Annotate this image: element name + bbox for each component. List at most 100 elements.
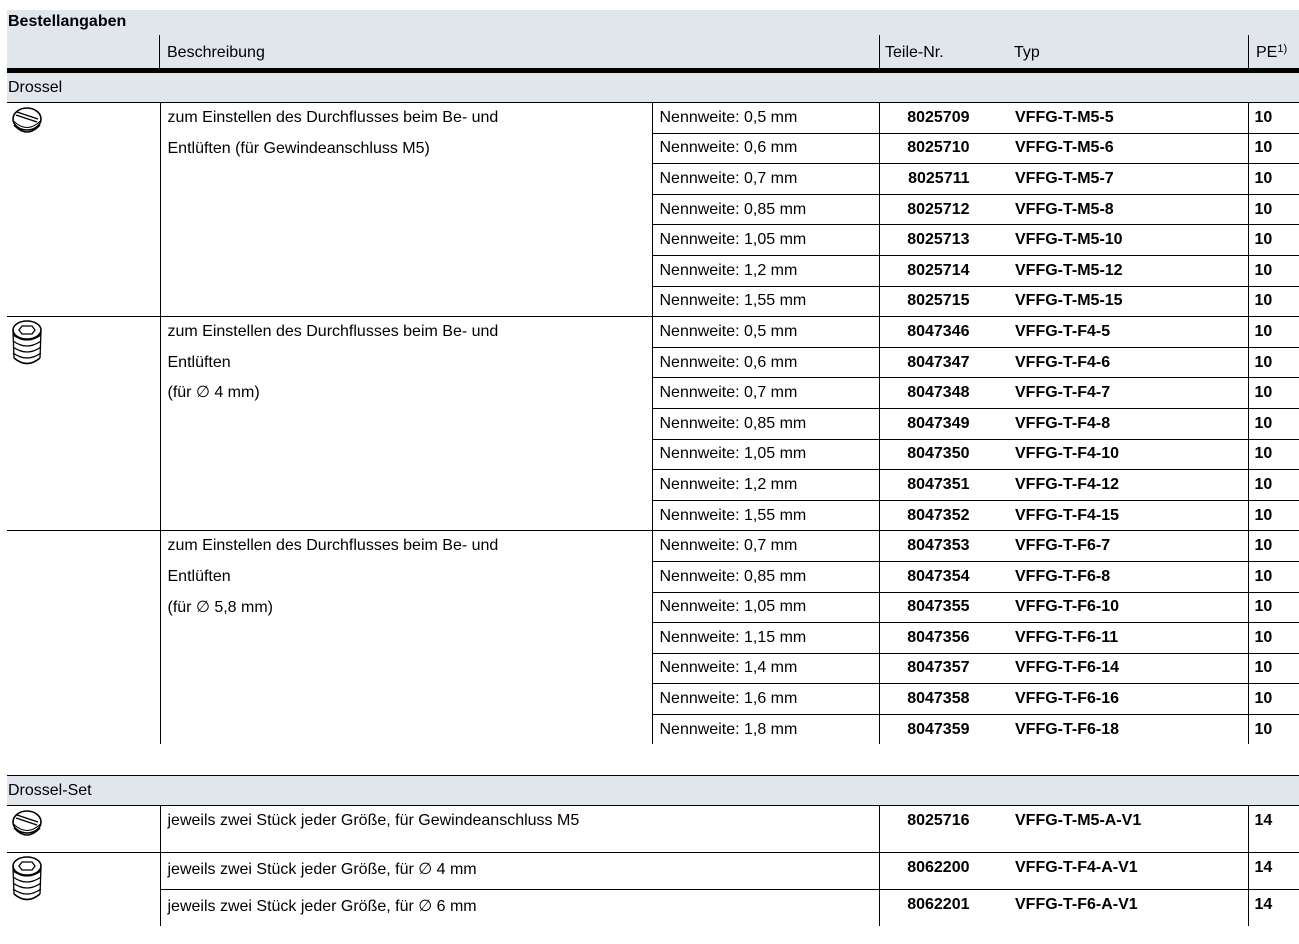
description-line: (für ∅ 4 mm) <box>167 384 260 402</box>
type-cell: VFFG-T-F4-A-V1 <box>1008 852 1249 890</box>
part-number-cell: 8047358 <box>879 683 1008 715</box>
product-image-cell <box>7 316 161 531</box>
table-row: jeweils zwei Stück jeder Größe, für Gewi… <box>7 806 1299 853</box>
part-number: 8025710 <box>907 139 970 157</box>
nennweite-cell: Nennweite: 0,85 mm <box>652 560 880 592</box>
type-cell: VFFG-T-F4-8 <box>1008 407 1249 440</box>
pe-cell: 10 <box>1248 163 1299 195</box>
col-pe: PE1) <box>1256 43 1288 61</box>
pe-cell: 14 <box>1248 889 1299 926</box>
part-number: 8025711 <box>908 169 970 187</box>
type-cell: VFFG-T-M5-10 <box>1008 224 1249 256</box>
part-number: 8047357 <box>907 659 970 677</box>
part-number: 8047356 <box>907 628 970 646</box>
table-row: jeweils zwei Stück jeder Größe, für ∅ 4 … <box>7 852 1299 926</box>
part-number: 8025716 <box>907 812 970 830</box>
description-line: Entlüften (für Gewindeanschluss M5) <box>167 139 430 157</box>
part-number: 8047355 <box>907 598 970 616</box>
table-row: jeweils zwei Stück jeder Größe, für ∅ 6 … <box>7 889 1299 926</box>
part-number: 8025713 <box>907 231 970 249</box>
nennweite-cell: Nennweite: 0,6 mm <box>652 346 880 378</box>
type-cell: VFFG-T-M5-15 <box>1008 285 1249 317</box>
section-drossel: Drossel <box>7 73 1299 103</box>
col-teilenr: Teile-Nr. <box>885 44 944 61</box>
part-number: 8047346 <box>907 322 970 340</box>
nennweite-cell: Nennweite: 1,05 mm <box>652 224 880 256</box>
type-cell: VFFG-T-M5-A-V1 <box>1008 806 1249 853</box>
pe-cell: 14 <box>1248 852 1299 890</box>
type-cell: VFFG-T-F6-10 <box>1008 591 1249 623</box>
part-number-cell: 8047346 <box>879 316 1008 348</box>
nennweite-cell: Nennweite: 1,4 mm <box>652 652 880 684</box>
col-beschreibung: Beschreibung <box>167 44 265 61</box>
nennweite-cell: Nennweite: 1,2 mm <box>652 469 880 501</box>
pe-cell: 10 <box>1248 316 1299 348</box>
type-cell: VFFG-T-F4-10 <box>1008 438 1249 470</box>
pe-cell: 10 <box>1248 193 1299 225</box>
nennweite-cell: Nennweite: 0,5 mm <box>652 103 880 134</box>
nennweite-cell: Nennweite: 0,85 mm <box>652 193 880 225</box>
nennweite-cell: Nennweite: 1,8 mm <box>652 713 880 745</box>
nennweite-cell: Nennweite: 1,2 mm <box>652 254 880 287</box>
description-cell: jeweils zwei Stück jeder Größe, für Gewi… <box>160 806 880 853</box>
description-line: Entlüften <box>167 353 231 371</box>
pe-cell: 10 <box>1254 108 1273 126</box>
pe-cell: 10 <box>1248 713 1299 745</box>
part-number: 8047358 <box>907 690 970 708</box>
spacer-row <box>7 744 1299 777</box>
part-number-cell: 8047350 <box>879 438 1008 470</box>
part-number: 8047353 <box>907 537 970 555</box>
part-number-cell: 8025714 <box>879 254 1008 287</box>
description-line: zum Einstellen des Durchflusses beim Be-… <box>167 323 499 341</box>
pe-cell: 10 <box>1248 560 1299 592</box>
part-number: 8062200 <box>907 859 970 877</box>
pe-cell: 14 <box>1254 812 1273 830</box>
pe-cell: 10 <box>1248 224 1299 256</box>
part-number-cell: 8047353 <box>879 530 1008 562</box>
pe-cell: 10 <box>1248 132 1299 164</box>
nennweite-cell: Nennweite: 1,55 mm <box>652 499 880 531</box>
pe-cell: 10 <box>1248 377 1299 409</box>
product-image-cell <box>7 806 161 853</box>
description-line: zum Einstellen des Durchflusses beim Be-… <box>167 109 499 126</box>
table-row: zum Einstellen des Durchflusses beim Be-… <box>7 316 1299 531</box>
type-cell: VFFG-T-F4-7 <box>1008 377 1249 409</box>
table-title: Bestellangaben <box>7 10 1299 35</box>
throttle-screw-slotted-icon <box>10 105 160 146</box>
pe-cell: 10 <box>1248 499 1299 531</box>
description-cell: zum Einstellen des Durchflusses beim Be-… <box>160 530 653 745</box>
part-number-cell: 8047348 <box>879 377 1008 409</box>
part-number-cell: 8047347 <box>879 346 1008 378</box>
part-number: 8025712 <box>907 200 970 218</box>
nennweite-cell: Nennweite: 0,7 mm <box>652 530 880 562</box>
type-cell: VFFG-T-F4-12 <box>1008 469 1249 501</box>
type-cell: VFFG-T-F6-18 <box>1008 713 1249 745</box>
part-number-cell: 8025715 <box>879 285 1008 317</box>
part-number-cell: 8047355 <box>879 591 1008 623</box>
nennweite-cell: Nennweite: 1,15 mm <box>652 622 880 654</box>
type-cell: VFFG-T-F6-16 <box>1008 683 1249 715</box>
product-image-cell <box>7 530 161 745</box>
nennweite-cell: Nennweite: 1,6 mm <box>652 683 880 715</box>
part-number: 8047349 <box>907 414 970 432</box>
part-number: 8047347 <box>907 353 970 371</box>
type-cell: VFFG-T-M5-7 <box>1008 163 1249 195</box>
part-number-cell: 8047357 <box>879 652 1008 684</box>
part-number: 8047359 <box>907 720 970 738</box>
pe-cell: 10 <box>1248 683 1299 715</box>
pe-cell: 10 <box>1248 407 1299 440</box>
order-table: Bestellangaben Beschreibung Teile-Nr. Ty… <box>7 10 1299 926</box>
part-number-cell: 8047356 <box>879 622 1008 654</box>
nennweite-cell: Nennweite: 0,85 mm <box>652 407 880 440</box>
nennweite-cell: Nennweite: 0,5 mm <box>652 316 880 348</box>
part-number: 8047354 <box>907 567 970 585</box>
part-number: 8047352 <box>907 506 970 524</box>
part-number: 8062201 <box>907 896 970 914</box>
nennweite-cell: Nennweite: 1,55 mm <box>652 285 880 317</box>
part-number: 8025714 <box>907 261 970 279</box>
pe-cell: 10 <box>1248 254 1299 287</box>
throttle-screw-slotted-icon <box>10 808 160 849</box>
throttle-hex-insert-icon <box>10 319 160 384</box>
part-number-cell: 8062200 <box>879 852 1008 890</box>
part-number-cell: 8047359 <box>879 713 1008 745</box>
